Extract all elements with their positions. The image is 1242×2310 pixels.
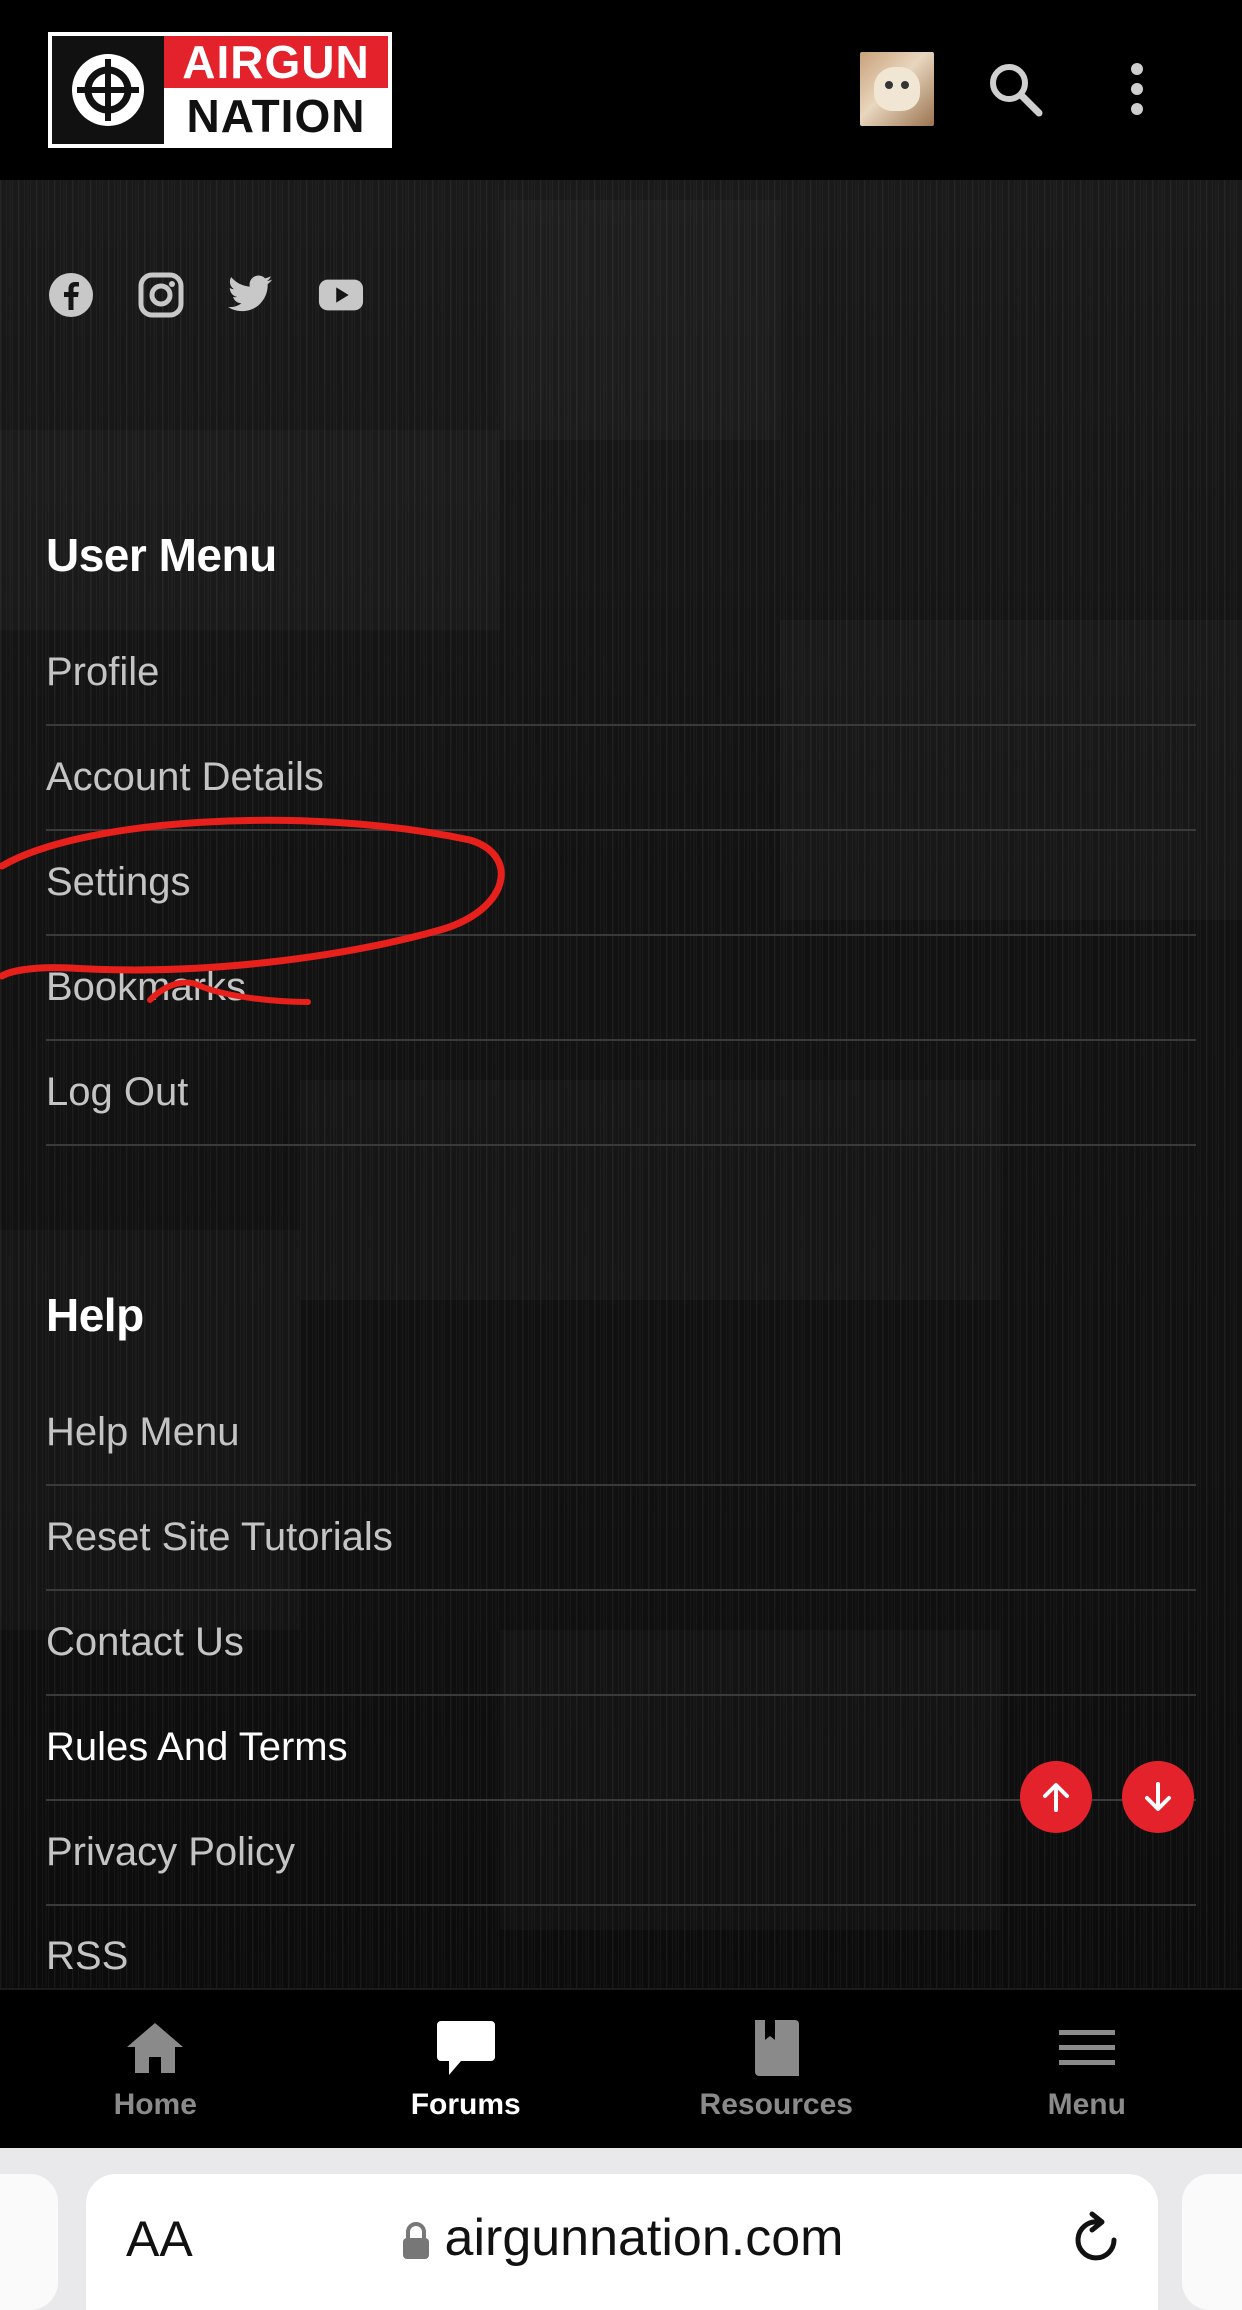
menu-item-contact-us[interactable]: Contact Us xyxy=(46,1591,1196,1696)
crosshair-icon xyxy=(52,36,164,144)
arrow-down-icon xyxy=(1145,1782,1171,1811)
nav-menu[interactable]: Menu xyxy=(932,1990,1242,2148)
social-links xyxy=(48,272,364,318)
search-icon xyxy=(990,64,1043,117)
previous-tab[interactable] xyxy=(0,2174,58,2310)
menu-item-bookmarks[interactable]: Bookmarks xyxy=(46,936,1196,1041)
home-icon xyxy=(127,2023,184,2073)
url-text: airgunnation.com xyxy=(444,2209,844,2267)
next-tab[interactable] xyxy=(1182,2174,1242,2310)
user-menu-list: Profile Account Details Settings Bookmar… xyxy=(46,620,1196,1146)
menu-item-profile[interactable]: Profile xyxy=(46,620,1196,726)
nav-menu-label: Menu xyxy=(1047,2088,1126,2121)
youtube-icon[interactable] xyxy=(318,272,364,318)
nav-home[interactable]: Home xyxy=(0,1990,311,2148)
more-options-button[interactable] xyxy=(1102,52,1172,126)
nav-home-label: Home xyxy=(113,2088,197,2121)
twitter-icon[interactable] xyxy=(228,272,274,318)
scroll-to-top-button[interactable] xyxy=(1020,1761,1092,1833)
hamburger-icon xyxy=(1058,2030,1115,2065)
menu-item-reset-site-tutorials[interactable]: Reset Site Tutorials xyxy=(46,1486,1196,1591)
logo-text-nation: NATION xyxy=(164,88,388,144)
facebook-icon[interactable] xyxy=(48,272,94,318)
help-menu-list: Help Menu Reset Site Tutorials Contact U… xyxy=(46,1380,1196,2006)
scroll-to-bottom-button[interactable] xyxy=(1122,1761,1194,1833)
browser-toolbar: AA airgunnation.com xyxy=(0,2148,1242,2310)
address-bar[interactable]: AA airgunnation.com xyxy=(86,2174,1158,2310)
nav-forums[interactable]: Forums xyxy=(311,1990,622,2148)
reload-icon[interactable] xyxy=(1070,2210,1122,2266)
vertical-dots-icon xyxy=(1131,63,1143,115)
user-avatar[interactable] xyxy=(860,52,934,126)
search-button[interactable] xyxy=(980,52,1050,126)
nav-resources[interactable]: Resources xyxy=(621,1990,932,2148)
user-menu-heading: User Menu xyxy=(46,529,277,581)
menu-item-log-out[interactable]: Log Out xyxy=(46,1041,1196,1146)
airgun-nation-logo[interactable]: AIRGUN NATION xyxy=(48,32,392,148)
menu-item-settings[interactable]: Settings xyxy=(46,831,1196,936)
help-heading: Help xyxy=(46,1289,144,1341)
menu-item-account-details[interactable]: Account Details xyxy=(46,726,1196,831)
bottom-navigation: Home Forums Resources Menu xyxy=(0,1988,1242,2148)
menu-item-privacy-policy[interactable]: Privacy Policy xyxy=(46,1801,1196,1906)
menu-item-help-menu[interactable]: Help Menu xyxy=(46,1380,1196,1486)
instagram-icon[interactable] xyxy=(138,272,184,318)
bulldog-avatar-icon xyxy=(874,67,920,111)
logo-text-airgun: AIRGUN xyxy=(164,36,388,88)
site-header: AIRGUN NATION xyxy=(0,0,1242,180)
nav-forums-label: Forums xyxy=(410,2088,521,2121)
nav-resources-label: Resources xyxy=(699,2088,853,2121)
arrow-up-icon xyxy=(1043,1783,1069,1812)
lock-icon xyxy=(402,2222,429,2260)
chat-bubble-icon xyxy=(436,2021,495,2075)
book-icon xyxy=(755,2020,800,2076)
